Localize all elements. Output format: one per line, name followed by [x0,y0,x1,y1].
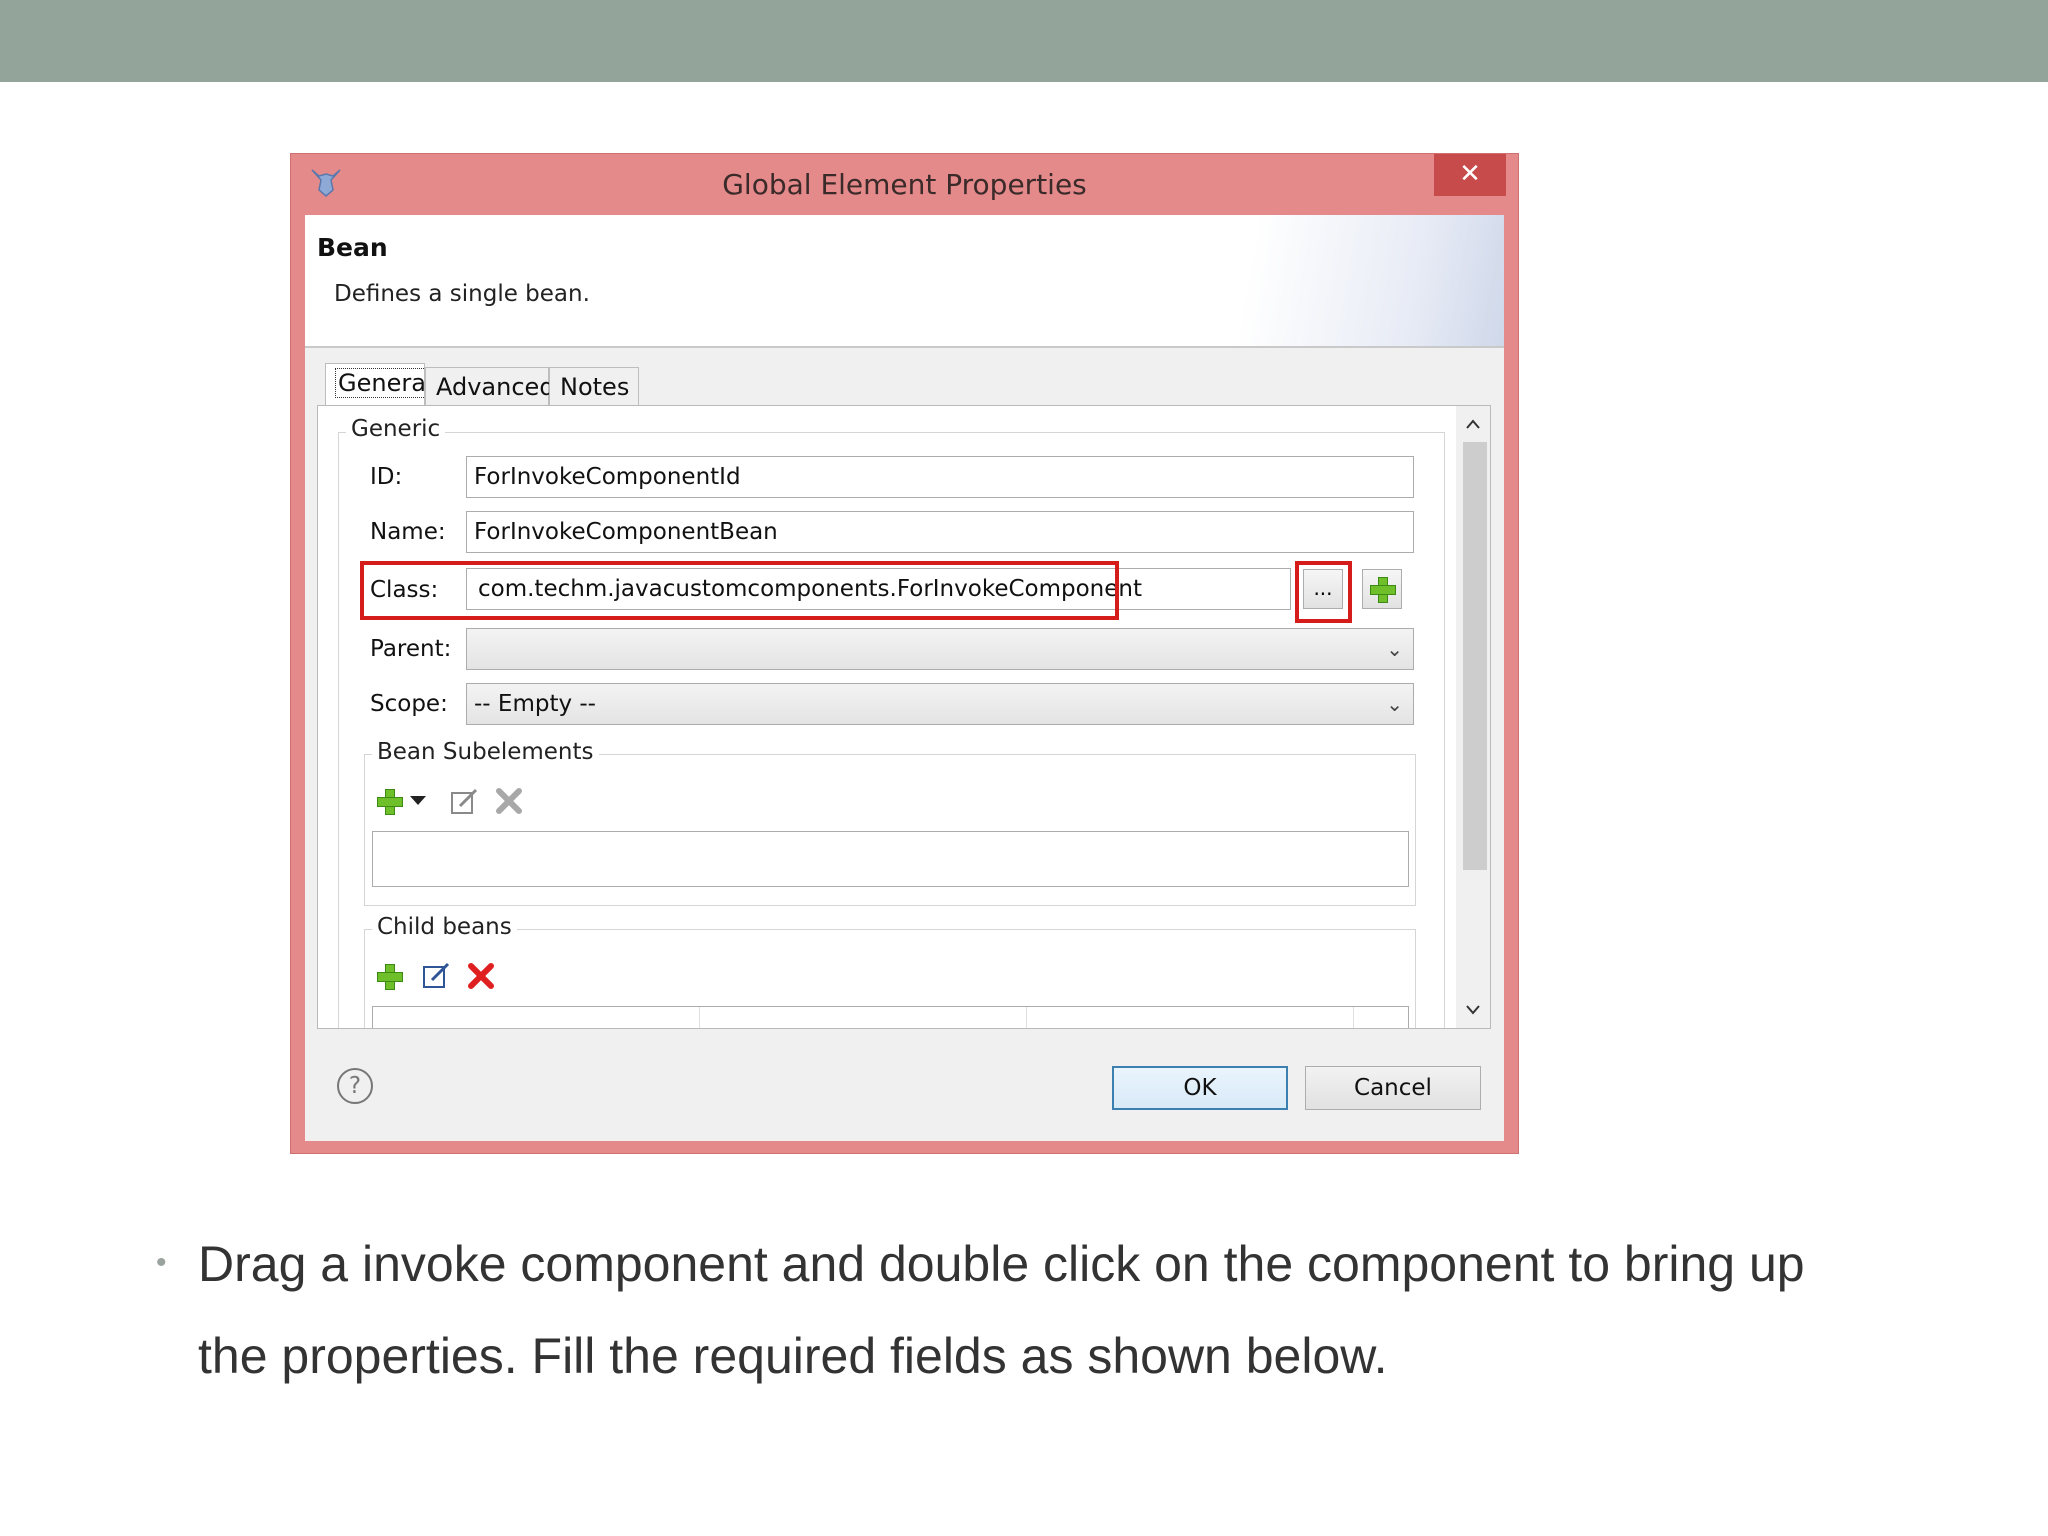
dropdown-arrow-icon[interactable] [410,794,426,806]
dialog-title: Global Element Properties [722,168,1087,201]
ok-button[interactable]: OK [1112,1066,1288,1110]
scope-select[interactable]: -- Empty -- ⌄ [466,683,1414,725]
cancel-button[interactable]: Cancel [1305,1066,1481,1110]
add-subelement-icon[interactable] [376,788,403,815]
scrollbar-thumb[interactable] [1463,442,1487,870]
instruction-text: Drag a invoke component and double click… [198,1236,1805,1384]
delete-icon[interactable] [468,963,494,989]
parent-select[interactable]: ⌄ [466,628,1414,670]
generic-group-label: Generic [346,416,446,442]
header-description: Defines a single bean. [334,281,590,307]
general-tab-panel: Generic ID: ForInvokeComponentId Name: F… [317,405,1491,1029]
name-label: Name: [370,519,446,545]
child-beans-label: Child beans [372,914,517,940]
class-highlight-box [360,561,1119,620]
chevron-down-icon: ⌄ [1386,637,1403,661]
tab-general[interactable]: General [325,363,436,407]
close-button[interactable]: ✕ [1434,154,1506,196]
delete-icon-disabled[interactable] [496,788,522,814]
id-label: ID: [370,464,403,490]
title-bar[interactable]: Global Element Properties ✕ [291,154,1518,213]
bullet-marker: • [156,1246,167,1279]
name-field[interactable]: ForInvokeComponentBean [466,511,1414,553]
bean-subelements-label: Bean Subelements [372,739,599,765]
global-element-properties-dialog: Global Element Properties ✕ Bean Defines… [290,153,1519,1154]
edit-icon[interactable] [422,960,452,990]
tab-notes[interactable]: Notes [549,367,639,405]
dialog-client-area: Bean Defines a single bean. General Adva… [305,215,1504,1141]
chevron-up-icon[interactable] [1465,418,1481,430]
chevron-down-icon[interactable] [1465,1004,1481,1016]
dialog-header: Bean Defines a single bean. [305,215,1504,348]
column-divider [1026,1007,1027,1028]
help-icon[interactable]: ? [337,1068,373,1104]
add-child-bean-icon[interactable] [376,963,403,990]
scope-label: Scope: [370,691,448,717]
browse-highlight-box [1295,561,1352,623]
tab-advanced[interactable]: Advanced [425,367,555,405]
edit-icon[interactable] [450,786,480,816]
parent-label: Parent: [370,636,452,662]
scope-value: -- Empty -- [474,691,596,717]
plus-icon [1369,576,1396,603]
column-divider [1353,1007,1354,1028]
subelements-list[interactable] [372,831,1409,887]
add-class-button[interactable] [1362,569,1402,609]
vertical-scrollbar[interactable] [1456,406,1490,1028]
id-field[interactable]: ForInvokeComponentId [466,456,1414,498]
child-beans-table[interactable] [372,1006,1409,1028]
slide-top-band [0,0,2048,82]
chevron-down-icon: ⌄ [1386,692,1403,716]
column-divider [699,1007,700,1028]
header-title: Bean [317,233,388,262]
